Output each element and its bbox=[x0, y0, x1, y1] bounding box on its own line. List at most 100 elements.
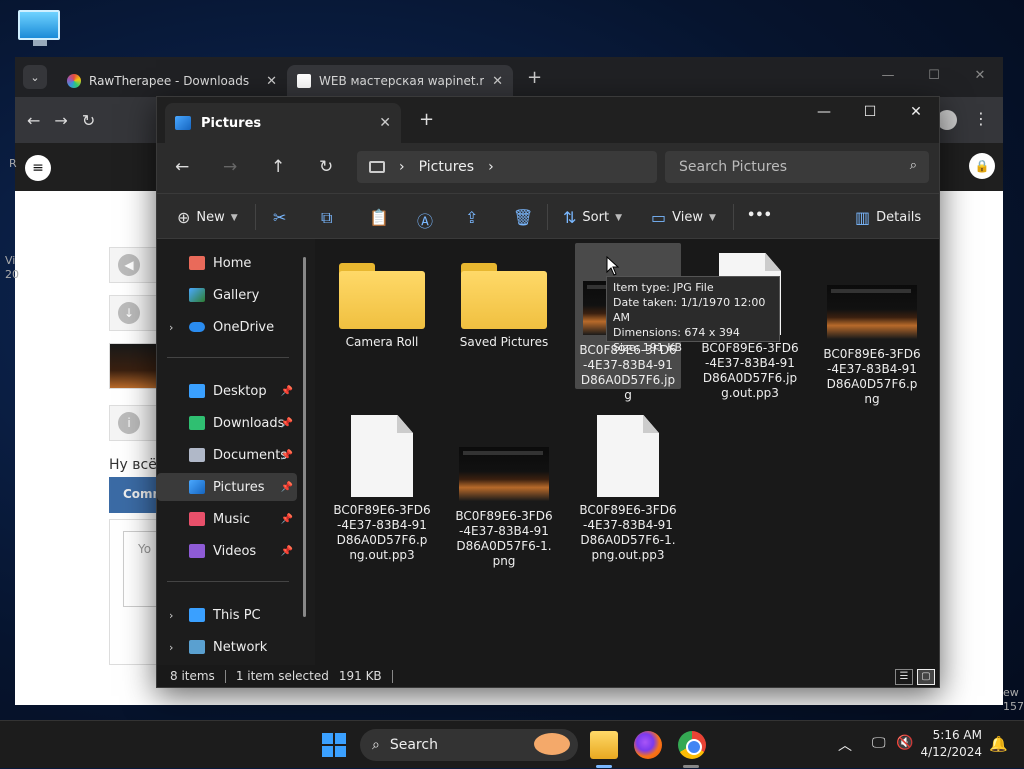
nav-item-label: This PC bbox=[213, 607, 261, 623]
firefox-taskbar-icon[interactable] bbox=[634, 731, 662, 759]
tab-search-button[interactable]: ⌄ bbox=[23, 65, 47, 89]
browser-tab-wapinet[interactable]: WEB мастерская wapinet.ru - B ✕ bbox=[287, 65, 513, 97]
new-label: New bbox=[196, 210, 225, 225]
network-tray-icon[interactable]: 🖵 bbox=[872, 735, 886, 751]
browser-maximize-button[interactable]: ☐ bbox=[911, 57, 957, 97]
file-png[interactable]: BC0F89E6-3FD6-4E37-83B4-91D86A0D57F6.png bbox=[819, 247, 925, 407]
volume-muted-icon[interactable]: 🔇 bbox=[896, 735, 913, 751]
rename-button[interactable]: Ⓐ bbox=[417, 208, 433, 232]
image-thumbnail bbox=[459, 447, 549, 501]
file-1-png-pp3[interactable]: BC0F89E6-3FD6-4E37-83B4-91D86A0D57F6-1.p… bbox=[575, 409, 681, 563]
browser-edge-text: R bbox=[9, 157, 17, 170]
details-button[interactable]: ▥ Details bbox=[855, 208, 921, 227]
nav-item-documents[interactable]: Documents 📌 bbox=[157, 441, 297, 469]
file-name: BC0F89E6-3FD6-4E37-83B4-91D86A0D57F6-1.p… bbox=[455, 509, 553, 568]
chevron-right-icon[interactable]: › bbox=[169, 609, 173, 622]
clock[interactable]: 5:16 AM 4/12/2024 bbox=[920, 727, 982, 761]
nav-item-home[interactable]: Home bbox=[157, 249, 297, 277]
folder-camera-roll[interactable]: Camera Roll bbox=[329, 247, 435, 350]
browser-tab-title: RawTherapee - Downloads bbox=[89, 74, 250, 88]
nav-item-onedrive[interactable]: › OneDrive bbox=[157, 313, 297, 341]
close-tab-icon[interactable]: ✕ bbox=[266, 74, 277, 89]
nav-item-this-pc[interactable]: › This PC bbox=[157, 601, 297, 629]
delete-button[interactable]: 🗑 bbox=[513, 208, 533, 227]
forward-arrow-icon[interactable]: → bbox=[54, 111, 67, 130]
nav-item-pictures[interactable]: Pictures 📌 bbox=[157, 473, 297, 501]
nav-item-desktop[interactable]: Desktop 📌 bbox=[157, 377, 297, 405]
nav-item-label: Network bbox=[213, 639, 268, 655]
chevron-right-icon[interactable]: › bbox=[169, 321, 173, 334]
view-button[interactable]: ▭ View ▼ bbox=[651, 208, 716, 227]
pictures-folder-icon bbox=[175, 116, 191, 130]
nav-item-downloads[interactable]: Downloads 📌 bbox=[157, 409, 297, 437]
paste-icon: 📋 bbox=[369, 208, 389, 227]
browser-menu-icon[interactable]: ⋮ bbox=[973, 109, 989, 128]
explorer-tab-pictures[interactable]: Pictures ✕ bbox=[165, 103, 401, 143]
back-arrow-icon[interactable]: ← bbox=[175, 157, 189, 177]
breadcrumb-pictures[interactable]: Pictures bbox=[419, 159, 474, 175]
back-arrow-icon[interactable]: ← bbox=[27, 111, 40, 130]
explorer-close-button[interactable]: ✕ bbox=[893, 97, 939, 127]
details-view-icon[interactable]: ☰ bbox=[895, 669, 913, 685]
notification-bell-icon[interactable]: 🔔 bbox=[989, 735, 1008, 753]
browser-tab-rawtherapee[interactable]: RawTherapee - Downloads ✕ bbox=[57, 65, 287, 97]
paste-button[interactable]: 📋 bbox=[369, 208, 389, 227]
chevron-right-icon: › bbox=[488, 159, 494, 175]
up-arrow-icon[interactable]: ↑ bbox=[271, 157, 285, 177]
copy-button[interactable]: ⧉ bbox=[321, 208, 332, 228]
nav-item-music[interactable]: Music 📌 bbox=[157, 505, 297, 533]
nav-item-label: Downloads bbox=[213, 415, 285, 431]
this-pc-desktop-icon[interactable] bbox=[18, 10, 62, 50]
explorer-maximize-button[interactable]: ☐ bbox=[847, 97, 893, 127]
file-1-png[interactable]: BC0F89E6-3FD6-4E37-83B4-91D86A0D57F6-1.p… bbox=[451, 409, 557, 569]
search-icon: ⌕ bbox=[372, 737, 380, 753]
chevron-up-icon[interactable]: ︿ bbox=[838, 735, 852, 755]
chrome-taskbar-icon[interactable] bbox=[678, 731, 706, 759]
view-label: View bbox=[672, 210, 703, 225]
forward-arrow-icon[interactable]: → bbox=[223, 157, 237, 177]
nav-scrollbar[interactable] bbox=[303, 257, 306, 617]
file-explorer-taskbar-icon[interactable] bbox=[590, 731, 618, 759]
clock-time: 5:16 AM bbox=[932, 728, 982, 742]
image-thumbnail bbox=[827, 285, 917, 339]
selection-count: 1 item selected bbox=[235, 669, 329, 683]
address-bar[interactable]: › Pictures › bbox=[357, 151, 657, 183]
copy-icon: ⧉ bbox=[321, 208, 333, 227]
cut-button[interactable]: ✂ bbox=[273, 208, 286, 227]
nav-item-network[interactable]: › Network bbox=[157, 633, 297, 661]
search-input[interactable]: Search Pictures ⌕ bbox=[665, 151, 929, 183]
new-explorer-tab-button[interactable]: + bbox=[419, 109, 434, 130]
details-pane-icon: ▥ bbox=[855, 208, 871, 227]
chevron-right-icon[interactable]: › bbox=[169, 641, 173, 654]
browser-close-button[interactable]: ✕ bbox=[957, 57, 1003, 97]
reload-icon[interactable]: ↻ bbox=[82, 111, 95, 130]
close-tab-icon[interactable]: ✕ bbox=[492, 74, 503, 89]
sort-button[interactable]: ⇅ Sort ▼ bbox=[563, 208, 622, 227]
close-tab-icon[interactable]: ✕ bbox=[379, 115, 391, 131]
new-tab-button[interactable]: + bbox=[527, 67, 542, 88]
file-png-pp3[interactable]: BC0F89E6-3FD6-4E37-83B4-91D86A0D57F6.png… bbox=[329, 409, 435, 563]
view-icon: ▭ bbox=[651, 208, 667, 227]
lock-icon[interactable]: 🔒 bbox=[969, 153, 995, 179]
item-count: 8 items bbox=[170, 669, 215, 683]
search-highlight-icon bbox=[534, 733, 570, 755]
more-options-button[interactable]: ••• bbox=[747, 208, 772, 223]
share-button[interactable]: ⇪ bbox=[465, 208, 478, 227]
download-icon bbox=[189, 416, 205, 430]
large-icons-view-icon[interactable]: ▢ bbox=[917, 669, 935, 685]
hamburger-menu-icon[interactable]: ≡ bbox=[25, 155, 51, 181]
new-button[interactable]: ⊕ New ▼ bbox=[177, 208, 238, 227]
start-button[interactable] bbox=[322, 733, 346, 757]
status-bar: 8 items 1 item selected 191 KB ☰ ▢ bbox=[157, 665, 939, 687]
nav-item-label: Home bbox=[213, 255, 252, 271]
nav-item-gallery[interactable]: Gallery bbox=[157, 281, 297, 309]
folder-saved-pictures[interactable]: Saved Pictures bbox=[451, 247, 557, 350]
sort-label: Sort bbox=[582, 210, 610, 225]
explorer-minimize-button[interactable]: — bbox=[801, 97, 847, 127]
taskbar-search[interactable]: ⌕ Search bbox=[360, 729, 578, 761]
clock-date: 4/12/2024 bbox=[920, 745, 982, 759]
refresh-icon[interactable]: ↻ bbox=[319, 157, 333, 177]
browser-minimize-button[interactable]: — bbox=[865, 57, 911, 97]
profile-avatar[interactable] bbox=[937, 110, 957, 130]
nav-item-videos[interactable]: Videos 📌 bbox=[157, 537, 297, 565]
